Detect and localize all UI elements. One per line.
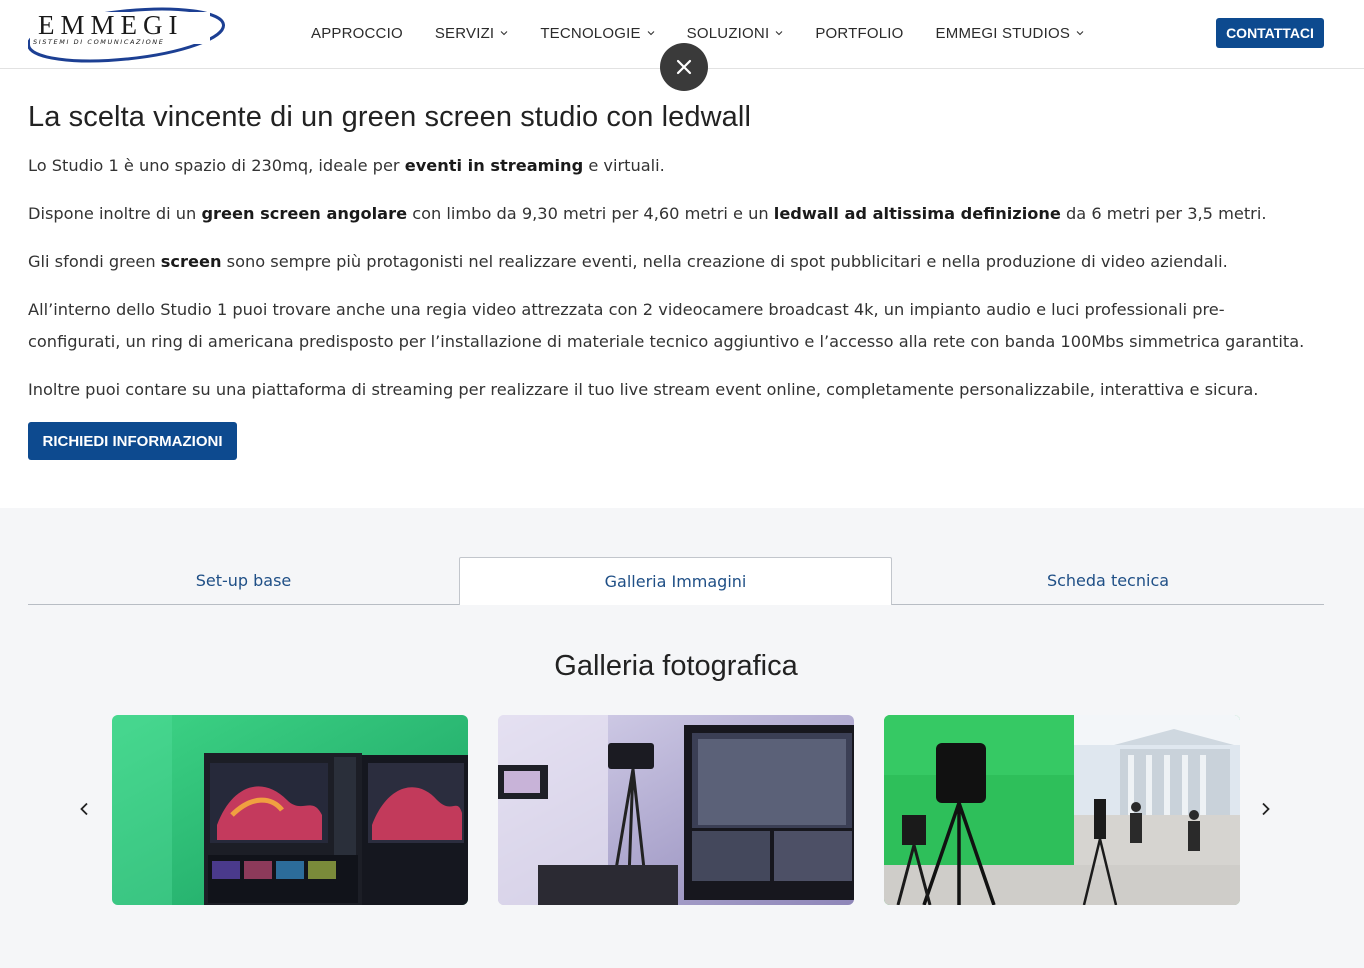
text: e virtuali. bbox=[583, 156, 665, 175]
bold-text: green screen angolare bbox=[201, 204, 408, 223]
bold-text: eventi in streaming bbox=[404, 156, 584, 175]
nav-soluzioni[interactable]: SOLUZIONI bbox=[687, 25, 784, 42]
main-nav: APPROCCIO SERVIZI TECNOLOGIE SOLUZIONI P… bbox=[311, 0, 1116, 66]
text: da 6 metri per 3,5 metri. bbox=[1060, 204, 1267, 223]
paragraph-5: Inoltre puoi contare su una piattaforma … bbox=[28, 380, 1259, 399]
close-icon bbox=[676, 59, 692, 75]
tab-galleria-immagini[interactable]: Galleria Immagini bbox=[459, 557, 892, 605]
text: Gli sfondi green bbox=[28, 252, 161, 271]
bold-text: screen bbox=[160, 252, 222, 271]
chevron-right-icon bbox=[1262, 802, 1270, 816]
nav-label: SERVIZI bbox=[434, 24, 495, 42]
close-button[interactable] bbox=[660, 43, 708, 91]
contattaci-button[interactable]: CONTATTACI bbox=[1216, 18, 1324, 48]
studio-monitor-image bbox=[112, 715, 468, 905]
text: con limbo da 9,30 metri per 4,60 metri e… bbox=[407, 204, 774, 223]
tab-scheda-tecnica[interactable]: Scheda tecnica bbox=[892, 557, 1324, 605]
paragraph-4: All’interno dello Studio 1 puoi trovare … bbox=[28, 294, 1338, 358]
chevron-down-icon bbox=[775, 31, 783, 36]
text: sono sempre più protagonisti nel realizz… bbox=[221, 252, 1228, 271]
regia-camera-image bbox=[498, 715, 854, 905]
paragraph-2: Dispone inoltre di un green screen angol… bbox=[28, 198, 1266, 230]
paragraph-3: Gli sfondi green screen sono sempre più … bbox=[28, 246, 1228, 278]
text: Lo Studio 1 è uno spazio di 230mq, ideal… bbox=[28, 156, 405, 175]
nav-label: SOLUZIONI bbox=[686, 24, 770, 42]
page-title: La scelta vincente di un green screen st… bbox=[28, 101, 751, 133]
nav-label: EMMEGI STUDIOS bbox=[935, 24, 1071, 42]
gallery-photo-3[interactable] bbox=[884, 715, 1240, 905]
logo-wordmark: EMMEGI bbox=[38, 10, 184, 40]
chevron-left-icon bbox=[80, 802, 88, 816]
nav-tecnologie[interactable]: TECNOLOGIE bbox=[540, 24, 655, 42]
emmegi-logo[interactable]: EMMEGI SISTEMI DI COMUNICAZIONE bbox=[27, 4, 228, 64]
text-line: All’interno dello Studio 1 puoi trovare … bbox=[28, 300, 1225, 319]
text-line: configurati, un ring di americana predis… bbox=[28, 332, 1305, 351]
nav-servizi[interactable]: SERVIZI bbox=[435, 25, 508, 42]
carousel-next-button[interactable] bbox=[1252, 796, 1278, 822]
nav-emmegi-studios[interactable]: EMMEGI STUDIOS bbox=[936, 25, 1084, 42]
green-screen-set-image bbox=[884, 715, 1240, 905]
text: Dispone inoltre di un bbox=[28, 204, 202, 223]
chevron-down-icon bbox=[647, 31, 655, 36]
chevron-down-icon bbox=[1076, 31, 1084, 36]
gallery-photo-2[interactable] bbox=[498, 715, 854, 905]
paragraph-1: Lo Studio 1 è uno spazio di 230mq, ideal… bbox=[28, 150, 665, 182]
tab-bar: Set-up base Galleria Immagini Scheda tec… bbox=[28, 557, 1324, 605]
richiedi-informazioni-button[interactable]: RICHIEDI INFORMAZIONI bbox=[28, 422, 237, 460]
carousel-prev-button[interactable] bbox=[72, 796, 98, 822]
tab-setup-base[interactable]: Set-up base bbox=[28, 557, 459, 605]
logo-tagline: SISTEMI DI COMUNICAZIONE bbox=[33, 38, 164, 46]
nav-label: TECNOLOGIE bbox=[540, 24, 641, 42]
nav-label: APPROCCIO bbox=[311, 24, 403, 42]
gallery-title: Galleria fotografica bbox=[554, 650, 798, 682]
chevron-down-icon bbox=[500, 31, 508, 36]
nav-portfolio[interactable]: PORTFOLIO bbox=[815, 25, 903, 42]
bold-text: ledwall ad altissima definizione bbox=[773, 204, 1061, 223]
gallery-photo-1[interactable] bbox=[112, 715, 468, 905]
nav-label: PORTFOLIO bbox=[815, 24, 904, 42]
nav-approccio[interactable]: APPROCCIO bbox=[311, 25, 403, 42]
